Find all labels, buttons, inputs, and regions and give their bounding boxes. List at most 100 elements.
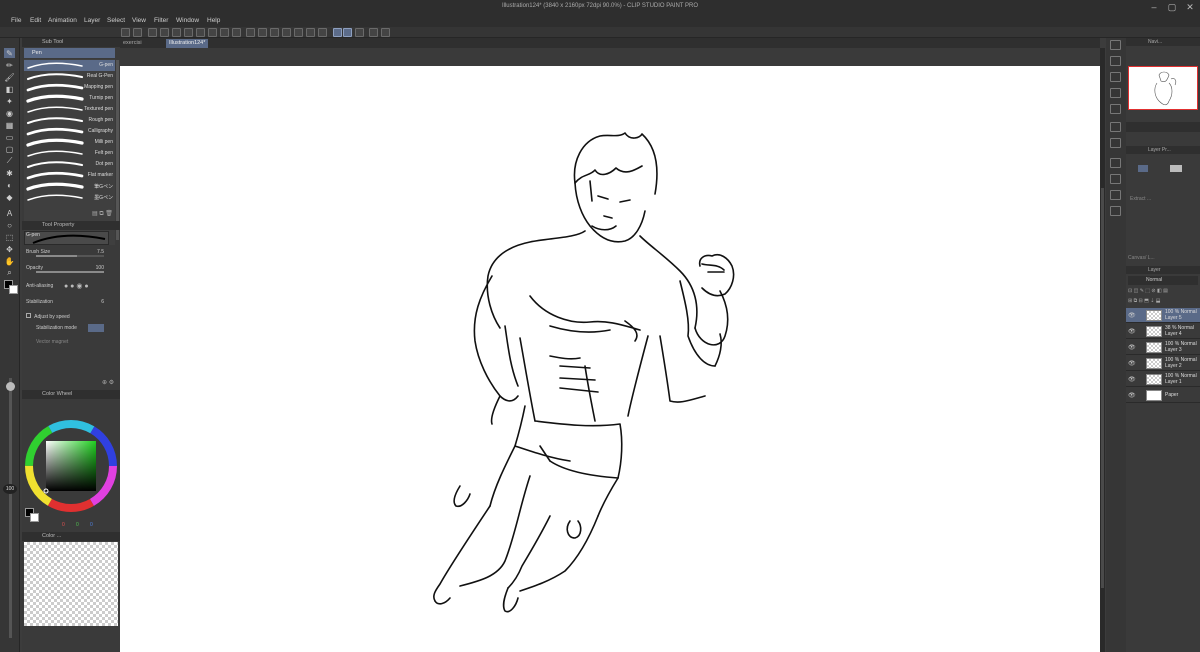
stabilization-mode-toggle[interactable] (88, 324, 104, 332)
menu-select[interactable]: Select (107, 17, 125, 24)
gallery-icon[interactable] (133, 28, 142, 37)
text-icon[interactable]: A (4, 208, 15, 218)
navigator-icon[interactable] (1110, 56, 1121, 66)
canvas-scrollbar[interactable] (1100, 48, 1105, 652)
sub-color-swatch[interactable] (9, 285, 18, 294)
stabilization-row[interactable]: Stabilization 6 (26, 299, 118, 308)
tab-illustration[interactable]: Illustration124* (166, 39, 209, 48)
copy-icon[interactable] (282, 28, 291, 37)
navigator-tab[interactable]: Navi... (1126, 38, 1200, 46)
history-icon[interactable] (1110, 104, 1121, 114)
brush-list-scrollbar[interactable] (116, 60, 119, 240)
decoration-tool-icon[interactable]: ✦ (4, 96, 15, 106)
eraser-tool-icon[interactable]: ◧ (4, 84, 15, 94)
pencil-tool-icon[interactable]: ✏ (4, 60, 15, 70)
brush-size-slider[interactable] (9, 378, 12, 638)
balloon-tool-icon[interactable]: ◐ (4, 180, 15, 190)
clear-icon[interactable] (246, 28, 255, 37)
figure-tool-icon[interactable]: ▭ (4, 132, 15, 142)
eye-icon[interactable]: 👁 (1128, 376, 1136, 383)
layer-property-icon[interactable] (1110, 158, 1121, 168)
invert-selection-icon[interactable] (318, 28, 327, 37)
brush-item[interactable]: Textured pen (24, 104, 115, 115)
menu-help[interactable]: Help (207, 17, 220, 24)
color-swap-icon[interactable] (369, 28, 378, 37)
lasso-icon[interactable]: ○ (4, 220, 15, 230)
item-bank-icon[interactable] (1110, 206, 1121, 216)
move-icon[interactable]: ✥ (4, 244, 15, 254)
new-icon[interactable] (121, 28, 130, 37)
eye-icon[interactable]: 👁 (1128, 392, 1136, 399)
anti-aliasing-row[interactable]: Anti-aliasing ● ● ◉ ● (26, 283, 118, 292)
layer-row[interactable]: 👁 100 % Normal Layer 5 (1126, 308, 1200, 323)
brush-item[interactable]: Felt pen (24, 148, 115, 159)
brush-size-row[interactable]: Brush Size 7.5 (26, 249, 118, 258)
layer-row[interactable]: 👁 Paper (1126, 388, 1200, 403)
fill-tool-icon[interactable]: ◉ (4, 108, 15, 118)
auto-action-icon[interactable] (1110, 138, 1121, 148)
sub-view-icon[interactable] (1110, 72, 1121, 82)
share-icon[interactable] (196, 28, 205, 37)
brush-item[interactable]: G-pen (24, 60, 115, 71)
opacity-row[interactable]: Opacity 100 (26, 265, 118, 274)
menu-animation[interactable]: Animation (48, 17, 77, 24)
brush-item[interactable]: Dot pen (24, 159, 115, 170)
eye-icon[interactable]: 👁 (1128, 328, 1136, 335)
navigator-preview[interactable] (1128, 66, 1198, 110)
layer-row[interactable]: 👁 100 % Normal Layer 3 (1126, 340, 1200, 355)
canvas-area[interactable] (120, 48, 1100, 652)
stabilization-mode-row[interactable]: Stabilization mode (36, 324, 128, 334)
save-icon[interactable] (172, 28, 181, 37)
subtool-actions[interactable]: ▤ ⧉ 🗑 (92, 210, 113, 218)
asset-icon[interactable] (208, 28, 217, 37)
menu-edit[interactable]: Edit (30, 17, 41, 24)
color-sub-swatch[interactable] (30, 513, 39, 522)
color-wheel[interactable] (22, 418, 120, 518)
eye-icon[interactable]: 👁 (1128, 360, 1136, 367)
brush-item[interactable]: Flat marker (24, 170, 115, 181)
deselect-icon[interactable] (306, 28, 315, 37)
adjust-by-speed-checkbox[interactable] (26, 313, 31, 318)
snap-ruler-icon[interactable] (333, 28, 342, 37)
layer-row[interactable]: 👁 100 % Normal Layer 1 (1126, 372, 1200, 387)
vector-magnet-row[interactable]: Vector magnet (36, 339, 128, 348)
layer-search-icon[interactable] (1110, 174, 1121, 184)
menu-layer[interactable]: Layer (84, 17, 100, 24)
snap-point-icon[interactable] (355, 28, 364, 37)
pen-tool-icon[interactable]: ✎ (4, 48, 15, 58)
layer-action-row[interactable]: ⊞ ⧉ ⊟ ⬒ ⇣ ⬓ (1128, 298, 1198, 306)
tab-exercise[interactable]: exercisi (120, 39, 145, 48)
brush-item[interactable]: Calligraphy (24, 126, 115, 137)
selection-icon[interactable]: ⬚ (4, 232, 15, 242)
eye-icon[interactable]: 👁 (1128, 344, 1136, 351)
zoom-controls[interactable] (1126, 122, 1200, 132)
cut-icon[interactable] (258, 28, 267, 37)
subtool-group-tab[interactable]: Pen (24, 48, 115, 58)
brush-item[interactable]: 筆Gペン (24, 181, 115, 192)
brush-item[interactable]: 墨Gペン (24, 192, 115, 203)
layer-tool-row[interactable]: ⊡ ◫ ✎ ⬚ ⊘ ◧ ▤ (1128, 288, 1198, 296)
close-icon[interactable]: ✕ (1182, 2, 1198, 13)
anti-aliasing-options[interactable]: ● ● ◉ ● (64, 282, 89, 290)
brush-item[interactable]: Real G-Pen (24, 71, 115, 82)
animation-icon[interactable] (1110, 190, 1121, 200)
brush-item[interactable]: Mapping pen (24, 82, 115, 93)
layer-property-color[interactable] (1170, 165, 1182, 172)
brush-size-knob[interactable] (6, 382, 15, 391)
brush-tool-icon[interactable]: 🖌 (4, 72, 15, 82)
menu-window[interactable]: Window (176, 17, 199, 24)
layer-row[interactable]: 👁 100 % Normal Layer 2 (1126, 356, 1200, 371)
frame-tool-icon[interactable]: ▢ (4, 144, 15, 154)
layer-property-effect[interactable] (1138, 165, 1148, 172)
ruler-tool-icon[interactable]: ⟋ (4, 156, 15, 166)
text-tool-icon[interactable]: ✱ (4, 168, 15, 178)
eye-icon[interactable]: 👁 (1128, 312, 1136, 319)
brush-item[interactable]: Rough pen (24, 115, 115, 126)
adjust-by-speed-row[interactable]: Adjust by speed (26, 313, 118, 322)
redo-icon[interactable] (232, 28, 241, 37)
brush-item[interactable]: Milli pen (24, 137, 115, 148)
snap-grid-icon[interactable] (343, 28, 352, 37)
hand-icon[interactable]: ✋ (4, 256, 15, 266)
minimize-icon[interactable]: – (1146, 2, 1162, 12)
undo-icon[interactable] (220, 28, 229, 37)
